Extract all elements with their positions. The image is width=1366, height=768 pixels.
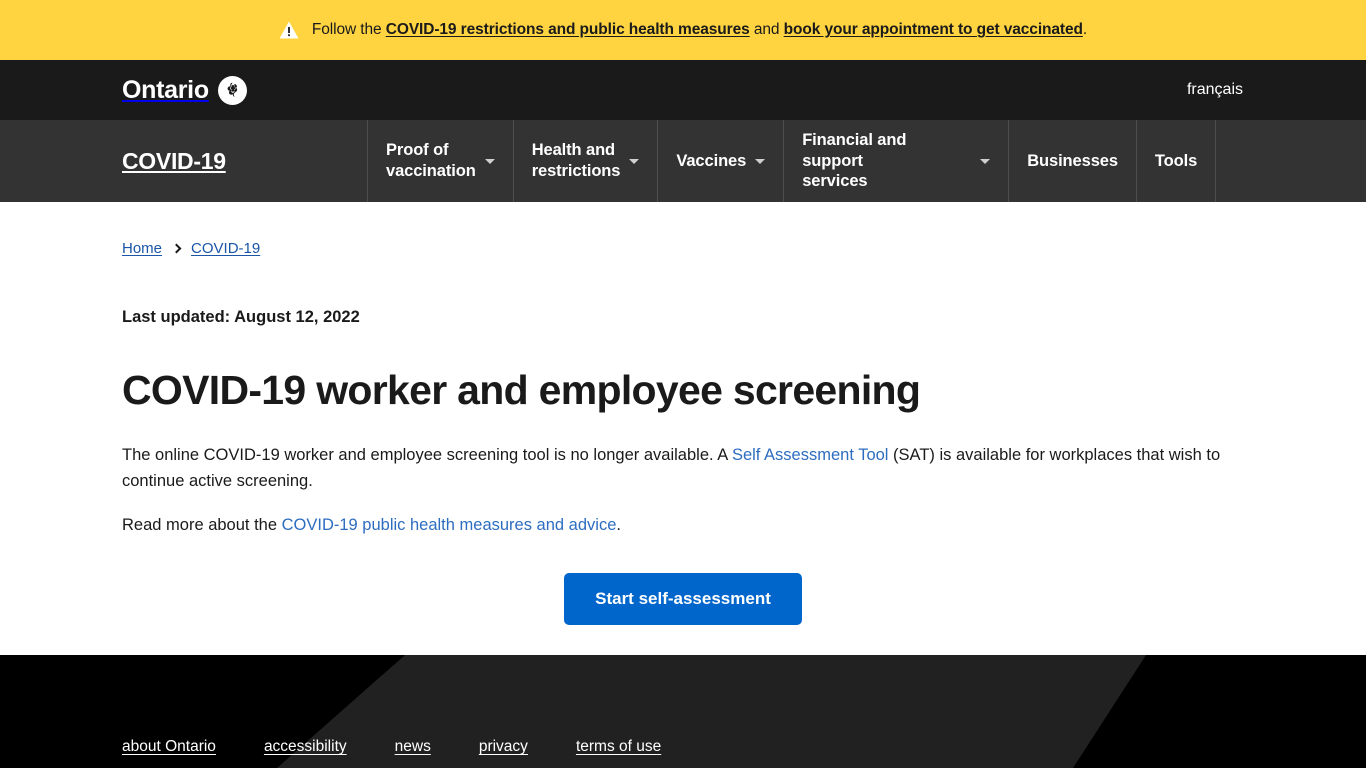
alert-restrictions-link[interactable]: COVID-19 restrictions and public health … xyxy=(386,21,750,38)
nav-item-label: Health and restrictions xyxy=(531,141,621,180)
nav-item-proof-of-vaccination[interactable]: Proof of vaccination xyxy=(368,120,514,202)
nav-item-label: Tools xyxy=(1154,151,1198,170)
alert-prefix: Follow the xyxy=(311,20,386,38)
intro-paragraph: The online COVID-19 worker and employee … xyxy=(122,442,1227,494)
chevron-down-icon xyxy=(980,158,991,164)
breadcrumb: Home COVID-19 xyxy=(122,202,1244,257)
self-assessment-tool-link[interactable]: Self Assessment Tool xyxy=(732,446,889,464)
warning-triangle-icon xyxy=(279,21,299,39)
ontario-logo[interactable]: Ontario xyxy=(122,75,247,105)
read-more-paragraph: Read more about the COVID-19 public heal… xyxy=(122,512,1227,538)
ontario-site-header: Ontario français xyxy=(0,60,1366,120)
chevron-down-icon xyxy=(484,158,495,164)
footer-link-terms-of-use[interactable]: terms of use xyxy=(576,738,661,756)
chevron-down-icon xyxy=(755,158,766,164)
main-content: Home COVID-19 Last updated: August 12, 2… xyxy=(0,202,1366,655)
covid-alert-banner: Follow the COVID-19 restrictions and pub… xyxy=(0,0,1366,60)
alert-middle: and xyxy=(749,20,784,38)
footer-link-news[interactable]: news xyxy=(395,738,431,756)
site-footer: about Ontario accessibility news privacy… xyxy=(0,655,1366,768)
nav-item-health-and-restrictions[interactable]: Health and restrictions xyxy=(514,120,659,202)
read-more-text-before-link: Read more about the xyxy=(122,516,282,535)
footer-link-list: about Ontario accessibility news privacy… xyxy=(122,738,661,756)
page-title: COVID-19 worker and employee screening xyxy=(122,367,921,413)
public-health-measures-link[interactable]: COVID-19 public health measures and advi… xyxy=(282,516,617,534)
cta-container: Start self-assessment xyxy=(122,573,1244,626)
footer-link-accessibility[interactable]: accessibility xyxy=(264,738,347,756)
intro-text-before-link: The online COVID-19 worker and employee … xyxy=(122,446,732,464)
ontario-wordmark: Ontario xyxy=(122,75,209,104)
read-more-text-after-link: . xyxy=(616,516,621,535)
breadcrumb-home-link[interactable]: Home xyxy=(122,240,162,257)
start-self-assessment-button[interactable]: Start self-assessment xyxy=(564,573,802,626)
ontario-trillium-icon xyxy=(217,75,247,105)
footer-link-privacy[interactable]: privacy xyxy=(479,738,528,756)
breadcrumb-covid19-link[interactable]: COVID-19 xyxy=(191,240,260,257)
last-updated-text: Last updated: August 12, 2022 xyxy=(122,308,360,326)
alert-appointment-link[interactable]: book your appointment to get vaccinated xyxy=(784,21,1083,38)
footer-link-about-ontario[interactable]: about Ontario xyxy=(122,738,216,756)
nav-item-label: Proof of vaccination xyxy=(386,141,476,180)
alert-message: Follow the COVID-19 restrictions and pub… xyxy=(312,20,1087,40)
nav-item-financial-and-support-services[interactable]: Financial and support services xyxy=(784,120,1010,202)
covid-brand-link[interactable]: COVID-19 xyxy=(122,120,368,202)
language-toggle-link[interactable]: français xyxy=(1187,81,1243,99)
nav-item-businesses[interactable]: Businesses xyxy=(1009,120,1137,202)
nav-item-vaccines[interactable]: Vaccines xyxy=(658,120,785,202)
alert-suffix: . xyxy=(1082,20,1088,38)
chevron-right-icon xyxy=(171,243,182,254)
covid-navigation-bar: COVID-19 Proof of vaccination Health and… xyxy=(0,120,1366,202)
nav-item-tools[interactable]: Tools xyxy=(1137,120,1217,202)
nav-item-label: Financial and support services xyxy=(802,130,907,191)
nav-item-label: Vaccines xyxy=(676,151,747,170)
nav-item-label: Businesses xyxy=(1027,151,1118,170)
chevron-down-icon xyxy=(629,158,640,164)
